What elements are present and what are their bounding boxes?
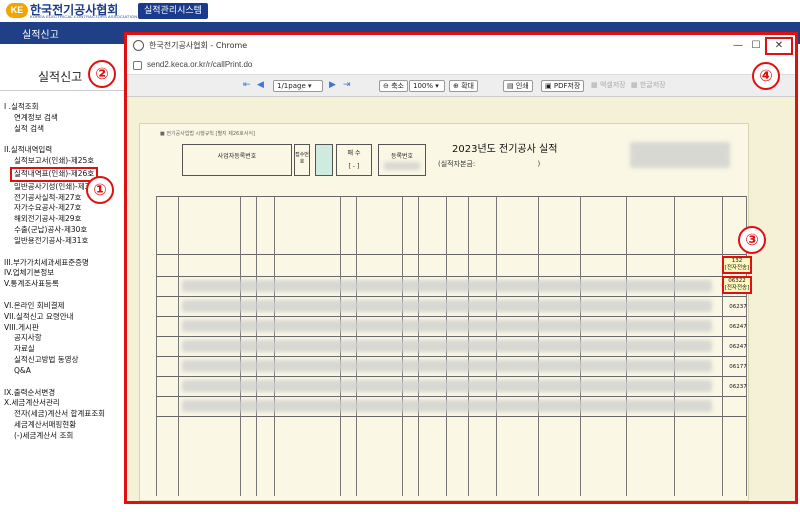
zoom-select[interactable]: 100% ▾ [409, 80, 445, 92]
menu-section[interactable]: VI.온라인 회비결제 [4, 301, 124, 312]
excel-save-button[interactable]: ▦ 엑셀저장 [591, 80, 626, 92]
menu-section[interactable]: X.세금계산서관리 [4, 398, 124, 409]
row-code-3: 06247 [729, 344, 747, 350]
menu-gap [4, 247, 124, 258]
menu-section[interactable]: IX.출력순서변경 [4, 388, 124, 399]
menu-section[interactable]: VII.실적신고 요령안내 [4, 312, 124, 323]
form-reference: ■ 전기공사업법 시행규칙 [별지 제26호서식] [160, 131, 255, 137]
menu-item-selected-label[interactable]: 실적내역표(인쇄)-제26호 [10, 166, 99, 182]
close-icon[interactable]: ✕ [765, 37, 793, 55]
menu-section[interactable]: III.부가가치세과세표준증명 [4, 258, 124, 269]
last-page-icon[interactable]: ⇥ [343, 80, 351, 92]
menu-item[interactable]: 실적 검색 [4, 124, 124, 135]
menu-item[interactable]: 세금계산서매핑현황 [4, 420, 124, 431]
pdf-save-button[interactable]: ▣ PDF저장 [541, 80, 585, 92]
annotation-marker-2: ② [88, 60, 116, 88]
window-title: 한국전기공사협회 - Chrome [149, 41, 248, 50]
menu-item[interactable]: 자료실 [4, 344, 124, 355]
window-titlebar: 한국전기공사협회 - Chrome — ☐ ✕ [127, 35, 795, 57]
logo-subtext: KOREA ELECTRICAL CONTRACTORS ASSOCIATION [30, 14, 138, 19]
menu-item[interactable]: 실적신고방법 동영상 [4, 355, 124, 366]
menu-section[interactable]: VIII.게시판 [4, 323, 124, 334]
url-text[interactable]: send2.keca.or.kr/r/callPrint.do [147, 60, 252, 69]
hwp-save-button[interactable]: ▦ 한글저장 [631, 80, 666, 92]
document-title: 2023년도 전기공사 실적 [452, 144, 558, 155]
menu-gap [4, 377, 124, 388]
keca-logo-icon[interactable]: KE [6, 3, 28, 18]
menu-section[interactable]: I .실적조회 [4, 102, 124, 113]
row-code-1: 06237 [729, 304, 747, 310]
url-bar: send2.keca.or.kr/r/callPrint.do [127, 57, 795, 75]
annotation-marker-4: ④ [752, 62, 780, 90]
print-viewer: ⇤ ◀ 1/1page ▾ ▶ ⇥ ⊖ 축소 100% ▾ ⊕ 확대 ▤ 인쇄 … [127, 75, 795, 501]
menu-section[interactable]: V.통계조사표등록 [4, 279, 124, 290]
menu-item[interactable]: 수출(군납)공사-제30호 [4, 225, 124, 236]
reg-no-box: 등록번호 [378, 144, 426, 176]
blurred-reg-no [384, 162, 420, 170]
menu-item[interactable]: Q&A [4, 366, 124, 377]
annotation-marker-3: ③ [738, 226, 766, 254]
menu-gap [4, 290, 124, 301]
menu-gap [4, 134, 124, 145]
sidebar-divider [0, 90, 124, 91]
reception-label: 접수번호 [294, 144, 310, 176]
maximize-icon[interactable]: ☐ [745, 38, 767, 54]
row-code-4: 06177 [729, 364, 747, 370]
system-badge[interactable]: 실적관리시스템 [138, 3, 208, 19]
prev-page-icon[interactable]: ◀ [257, 80, 264, 92]
chrome-icon [133, 40, 144, 51]
menu-section[interactable]: II.실적내역입력 [4, 145, 124, 156]
blurred-company [630, 142, 730, 168]
sidebar: 실적신고 I .실적조회 연계정보 검색 실적 검색 II.실적내역입력 실적보고서(인… [0, 44, 124, 512]
menu-item[interactable]: 실적보고서(인쇄)-제25호 [4, 156, 124, 167]
nav-performance-report[interactable]: 실적신고 [22, 26, 59, 41]
top-header: KE 한국전기공사협회 KOREA ELECTRICAL CONTRACTORS… [0, 0, 800, 22]
menu-section[interactable]: IV.업체기본정보 [4, 268, 124, 279]
reg-number-box: 사업자등록번호 [182, 144, 292, 176]
viewer-toolbar: ⇤ ◀ 1/1page ▾ ▶ ⇥ ⊖ 축소 100% ▾ ⊕ 확대 ▤ 인쇄 … [127, 75, 795, 97]
copies-box: 매 수[ - ] [336, 144, 372, 176]
annotation-marker-1: ① [86, 176, 114, 204]
row-code-5: 06237 [729, 384, 747, 390]
performance-table: 132 [전자전송] 06322 [전자전송] 06237 06247 0624… [156, 196, 752, 496]
page-select[interactable]: 1/1page ▾ [273, 80, 323, 92]
menu-item[interactable]: 연계정보 검색 [4, 113, 124, 124]
document-page: ■ 전기공사업법 시행규칙 [별지 제26호서식] 2023년도 전기공사 실적… [139, 123, 752, 501]
menu-item[interactable]: (-)세금계산서 조회 [4, 431, 124, 442]
capital-label: (실적자본금: ) [438, 160, 541, 168]
row-code-2: 06247 [729, 324, 747, 330]
highlighted-code-2: 06322 [전자전송] [722, 276, 752, 294]
menu-item[interactable]: 전자(세금)계산서 합계표조회 [4, 409, 124, 420]
menu-item[interactable]: 해외전기공사-제29호 [4, 214, 124, 225]
reception-box [315, 144, 333, 176]
sidebar-menu: I .실적조회 연계정보 검색 실적 검색 II.실적내역입력 실적보고서(인쇄)-제2… [4, 102, 124, 442]
site-info-icon[interactable] [133, 61, 142, 70]
menu-item[interactable]: 일반용전기공사-제31호 [4, 236, 124, 247]
highlighted-code-1: 132 [전자전송] [722, 256, 752, 274]
next-page-icon[interactable]: ▶ [329, 80, 336, 92]
menu-item[interactable]: 자가수요공사-제27호 [4, 203, 124, 214]
menu-item[interactable]: 공지사항 [4, 333, 124, 344]
zoom-in-button[interactable]: ⊕ 확대 [449, 80, 478, 92]
zoom-out-button[interactable]: ⊖ 축소 [379, 80, 408, 92]
first-page-icon[interactable]: ⇤ [243, 80, 251, 92]
print-button[interactable]: ▤ 인쇄 [503, 80, 533, 92]
sidebar-title: 실적신고 [38, 70, 83, 84]
print-popup-window: 한국전기공사협회 - Chrome — ☐ ✕ send2.keca.or.kr… [124, 32, 798, 504]
